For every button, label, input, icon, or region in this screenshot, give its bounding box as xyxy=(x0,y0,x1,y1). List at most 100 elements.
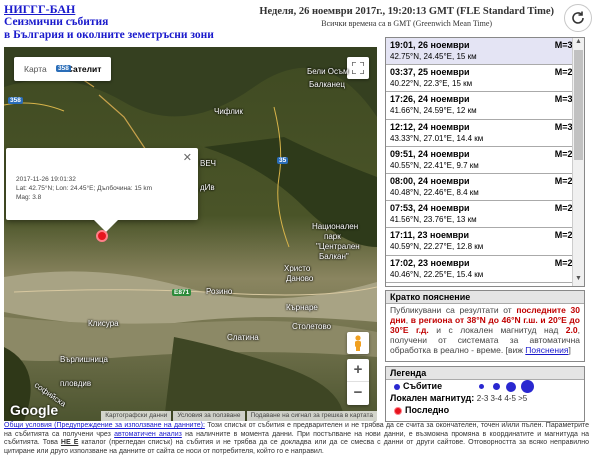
site-subtitle-2: в България и околните земетръсни зони xyxy=(4,29,214,41)
event-row[interactable]: 19:01, 26 ноември 42.75°N, 24.45°E, 15 км… xyxy=(386,38,584,66)
info-datetime: 2017-11-26 19:01:32 xyxy=(16,176,76,183)
event-list[interactable]: 19:01, 26 ноември 42.75°N, 24.45°E, 15 км… xyxy=(385,37,585,287)
map-label-beli-osam: Бели Осъм xyxy=(307,67,349,76)
automatic-analysis-link[interactable]: автоматичен анализ xyxy=(114,431,182,438)
info-magnitude: Mag: 3.8 xyxy=(16,194,42,201)
info-coordinates: Lat: 42.75°N; Lon: 24.45°E; Дълбочина: 1… xyxy=(16,185,153,192)
street-view-button[interactable] xyxy=(347,332,369,354)
event-location: 43.33°N, 27.01°E, 14.4 км xyxy=(390,133,484,143)
current-datetime: Неделя, 26 ноември 2017г., 19:20:13 GMT … xyxy=(259,6,554,17)
refresh-icon xyxy=(572,11,584,24)
map-label-national-park-2: парк xyxy=(324,232,341,241)
road-shield-e871: E871 xyxy=(172,289,192,296)
event-datetime: 17:26, 24 ноември xyxy=(390,94,470,105)
legend-mag-scale: 2-3 3-4 4-5 >5 xyxy=(476,394,528,403)
scroll-down-arrow[interactable]: ▼ xyxy=(573,275,584,286)
event-location: 40.46°N, 22.25°E, 15.4 км xyxy=(390,269,484,279)
refresh-button[interactable] xyxy=(564,4,592,32)
map-label-hristo-danovo-1: Христо xyxy=(284,264,311,273)
road-shield-358-b: 358 xyxy=(8,97,23,104)
event-row[interactable]: 12:12, 24 ноември 43.33°N, 27.01°E, 14.4 … xyxy=(386,120,584,147)
event-row[interactable]: 17:02, 23 ноември 40.46°N, 22.25°E, 15.4 … xyxy=(386,256,584,283)
zoom-in-button[interactable]: + xyxy=(347,359,369,382)
event-location: 40.48°N, 22.46°E, 8.4 км xyxy=(390,187,479,197)
event-datetime: 03:37, 25 ноември xyxy=(390,67,470,78)
header-datetime-block: Неделя, 26 ноември 2017г., 19:20:13 GMT … xyxy=(259,6,554,30)
map-label-partial-vech: ВЕЧ xyxy=(200,159,217,168)
map-view[interactable]: Карта Сателит 358 358 35 E871 Бели Осъм … xyxy=(4,47,377,421)
map-data-link[interactable]: Картографски данни xyxy=(101,411,172,421)
road-shield-358: 358 xyxy=(56,65,71,72)
header-left: НИГГГ-БАН Сеизмични събития в България и… xyxy=(4,2,214,42)
legend-local-mag-label: Локален магнитуд: xyxy=(390,393,475,403)
site-title-link[interactable]: НИГГГ-БАН xyxy=(4,2,214,16)
event-location: 40.59°N, 22.27°E, 12.8 км xyxy=(390,242,484,252)
footer-text-3: каталог (прегледан списък) на събития и … xyxy=(4,439,589,455)
event-row[interactable]: 17:26, 24 ноември 41.66°N, 24.59°E, 12 км… xyxy=(386,92,584,120)
expl-text-3: и с локален магнитуд над xyxy=(428,325,566,335)
event-location: 41.66°N, 24.59°E, 12 км xyxy=(390,106,477,116)
short-explanation-panel: Кратко пояснение Публикувани са резултат… xyxy=(385,290,585,362)
event-dot-icon xyxy=(394,383,400,390)
footer-not-emphasis: НЕ Е xyxy=(60,439,79,447)
mag-dot-3-4 xyxy=(492,383,500,391)
fullscreen-button[interactable] xyxy=(347,57,369,79)
event-list-scrollbar[interactable]: ▲ ▼ xyxy=(572,38,584,286)
event-row[interactable]: 09:51, 24 ноември 40.55°N, 22.41°E, 9.7 к… xyxy=(386,147,584,174)
report-error-link[interactable]: Подаване на сигнал за грешка в картата xyxy=(246,411,377,421)
event-datetime: 07:53, 24 ноември xyxy=(390,203,470,214)
map-label-rozino: Розино xyxy=(206,287,233,296)
timezone-note: Всички времена са в GMT (Greenwich Mean … xyxy=(321,19,493,28)
latest-dot-icon xyxy=(394,406,402,415)
event-location: 41.56°N, 23.76°E, 13 км xyxy=(390,215,477,225)
pegman-icon xyxy=(355,335,361,351)
expl-text-5: ] xyxy=(568,345,571,355)
map-label-chiflik: Чифлик xyxy=(214,107,243,116)
map-type-map-button[interactable]: Карта xyxy=(14,57,57,81)
event-row[interactable]: 08:00, 24 ноември 40.48°N, 22.46°E, 8.4 к… xyxy=(386,174,584,202)
event-datetime: 17:02, 23 ноември xyxy=(390,257,470,268)
event-location: 40.22°N, 22.3°E, 15 км xyxy=(390,79,473,89)
legend-title: Легенда xyxy=(386,367,584,380)
legend-panel: Легенда Събитие Локален магнитуд: 2-3 3-… xyxy=(385,366,585,422)
event-datetime: 08:00, 24 ноември xyxy=(390,175,470,186)
map-label-plovdiv: пловдив xyxy=(60,379,92,388)
map-label-national-park-4: Балкан" xyxy=(319,252,349,261)
zoom-out-button[interactable]: − xyxy=(347,382,369,405)
event-datetime: 04:35, 23 ноември xyxy=(390,284,580,286)
event-row[interactable]: 17:11, 23 ноември 40.59°N, 22.27°E, 12.8 … xyxy=(386,228,584,256)
map-label-partial-div: дИв xyxy=(200,183,215,192)
scroll-thumb[interactable] xyxy=(574,50,583,160)
event-datetime: 19:01, 26 ноември xyxy=(390,40,470,50)
terms-link[interactable]: Условия за ползване xyxy=(173,411,245,421)
close-icon[interactable]: ✕ xyxy=(183,153,192,164)
map-label-varlishnitsa: Върлишница xyxy=(60,355,108,364)
explanations-link[interactable]: Пояснения xyxy=(525,345,568,355)
legend-event-label: Събитие xyxy=(403,381,443,391)
terms-of-use-link[interactable]: Общи условия (Предупреждение за използва… xyxy=(4,422,205,429)
expl-min-mag: 2.0 xyxy=(565,325,578,335)
legend-latest-label: Последно xyxy=(405,405,450,415)
expl-text-1: Публикувани са резултати от xyxy=(390,305,517,315)
legend-row-event: Събитие xyxy=(386,380,584,394)
satellite-terrain xyxy=(4,47,377,421)
zoom-control: + − xyxy=(347,359,369,405)
map-label-national-park-1: Национален xyxy=(312,222,359,231)
fullscreen-icon xyxy=(352,62,364,74)
epicenter-marker[interactable] xyxy=(96,230,108,242)
event-location: 40.55°N, 22.41°E, 9.7 км xyxy=(390,160,479,170)
map-label-klisura: Клисура xyxy=(88,319,119,328)
page: НИГГГ-БАН Сеизмични събития в България и… xyxy=(0,0,596,471)
road-shield-35: 35 xyxy=(277,157,289,164)
event-rows: 19:01, 26 ноември 42.75°N, 24.45°E, 15 км… xyxy=(386,38,584,286)
event-row[interactable]: 07:53, 24 ноември 41.56°N, 23.76°E, 13 км… xyxy=(386,201,584,229)
map-label-stoletovo: Столетово xyxy=(292,322,332,331)
explanation-text: Публикувани са резултати от последните 3… xyxy=(386,304,584,356)
event-info-window: ✕ 2017-11-26 19:01:32 Lat: 42.75°N; Lon:… xyxy=(6,148,198,232)
event-row[interactable]: 03:37, 25 ноември 40.22°N, 22.3°E, 15 км M… xyxy=(386,65,584,93)
event-row[interactable]: 04:35, 23 ноемвриM=2.3 xyxy=(386,283,584,286)
map-label-hristo-danovo-2: Даново xyxy=(286,274,314,283)
map-label-karnare: Кърнаре xyxy=(286,303,318,312)
map-label-national-park-3: "Централен xyxy=(316,242,360,251)
scroll-up-arrow[interactable]: ▲ xyxy=(573,38,584,49)
